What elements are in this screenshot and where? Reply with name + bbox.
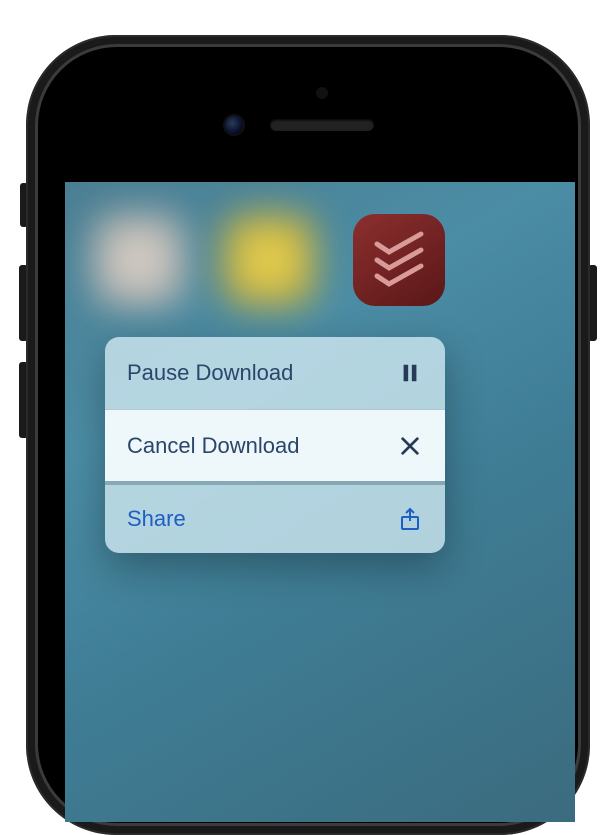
earpiece-speaker xyxy=(270,119,374,131)
phone-bezel: Pause Download Cancel Download xyxy=(35,44,581,826)
share-icon xyxy=(397,506,423,532)
front-camera xyxy=(225,116,243,134)
menu-item-label: Share xyxy=(127,506,186,532)
menu-item-label: Pause Download xyxy=(127,360,293,386)
proximity-sensor xyxy=(316,87,328,99)
share-action[interactable]: Share xyxy=(105,481,445,553)
close-icon xyxy=(397,433,423,459)
home-row xyxy=(65,214,575,310)
blurred-app-icon xyxy=(223,214,315,306)
quick-actions-menu: Pause Download Cancel Download xyxy=(105,337,445,553)
app-icon-focused[interactable] xyxy=(353,214,445,306)
todoist-icon xyxy=(353,214,445,306)
cancel-download-action[interactable]: Cancel Download xyxy=(105,409,445,481)
screen: Pause Download Cancel Download xyxy=(65,182,575,822)
menu-item-label: Cancel Download xyxy=(127,433,299,459)
phone-body: Pause Download Cancel Download xyxy=(26,35,590,835)
pause-icon xyxy=(397,360,423,386)
blurred-app-icon xyxy=(93,214,185,306)
pause-download-action[interactable]: Pause Download xyxy=(105,337,445,409)
